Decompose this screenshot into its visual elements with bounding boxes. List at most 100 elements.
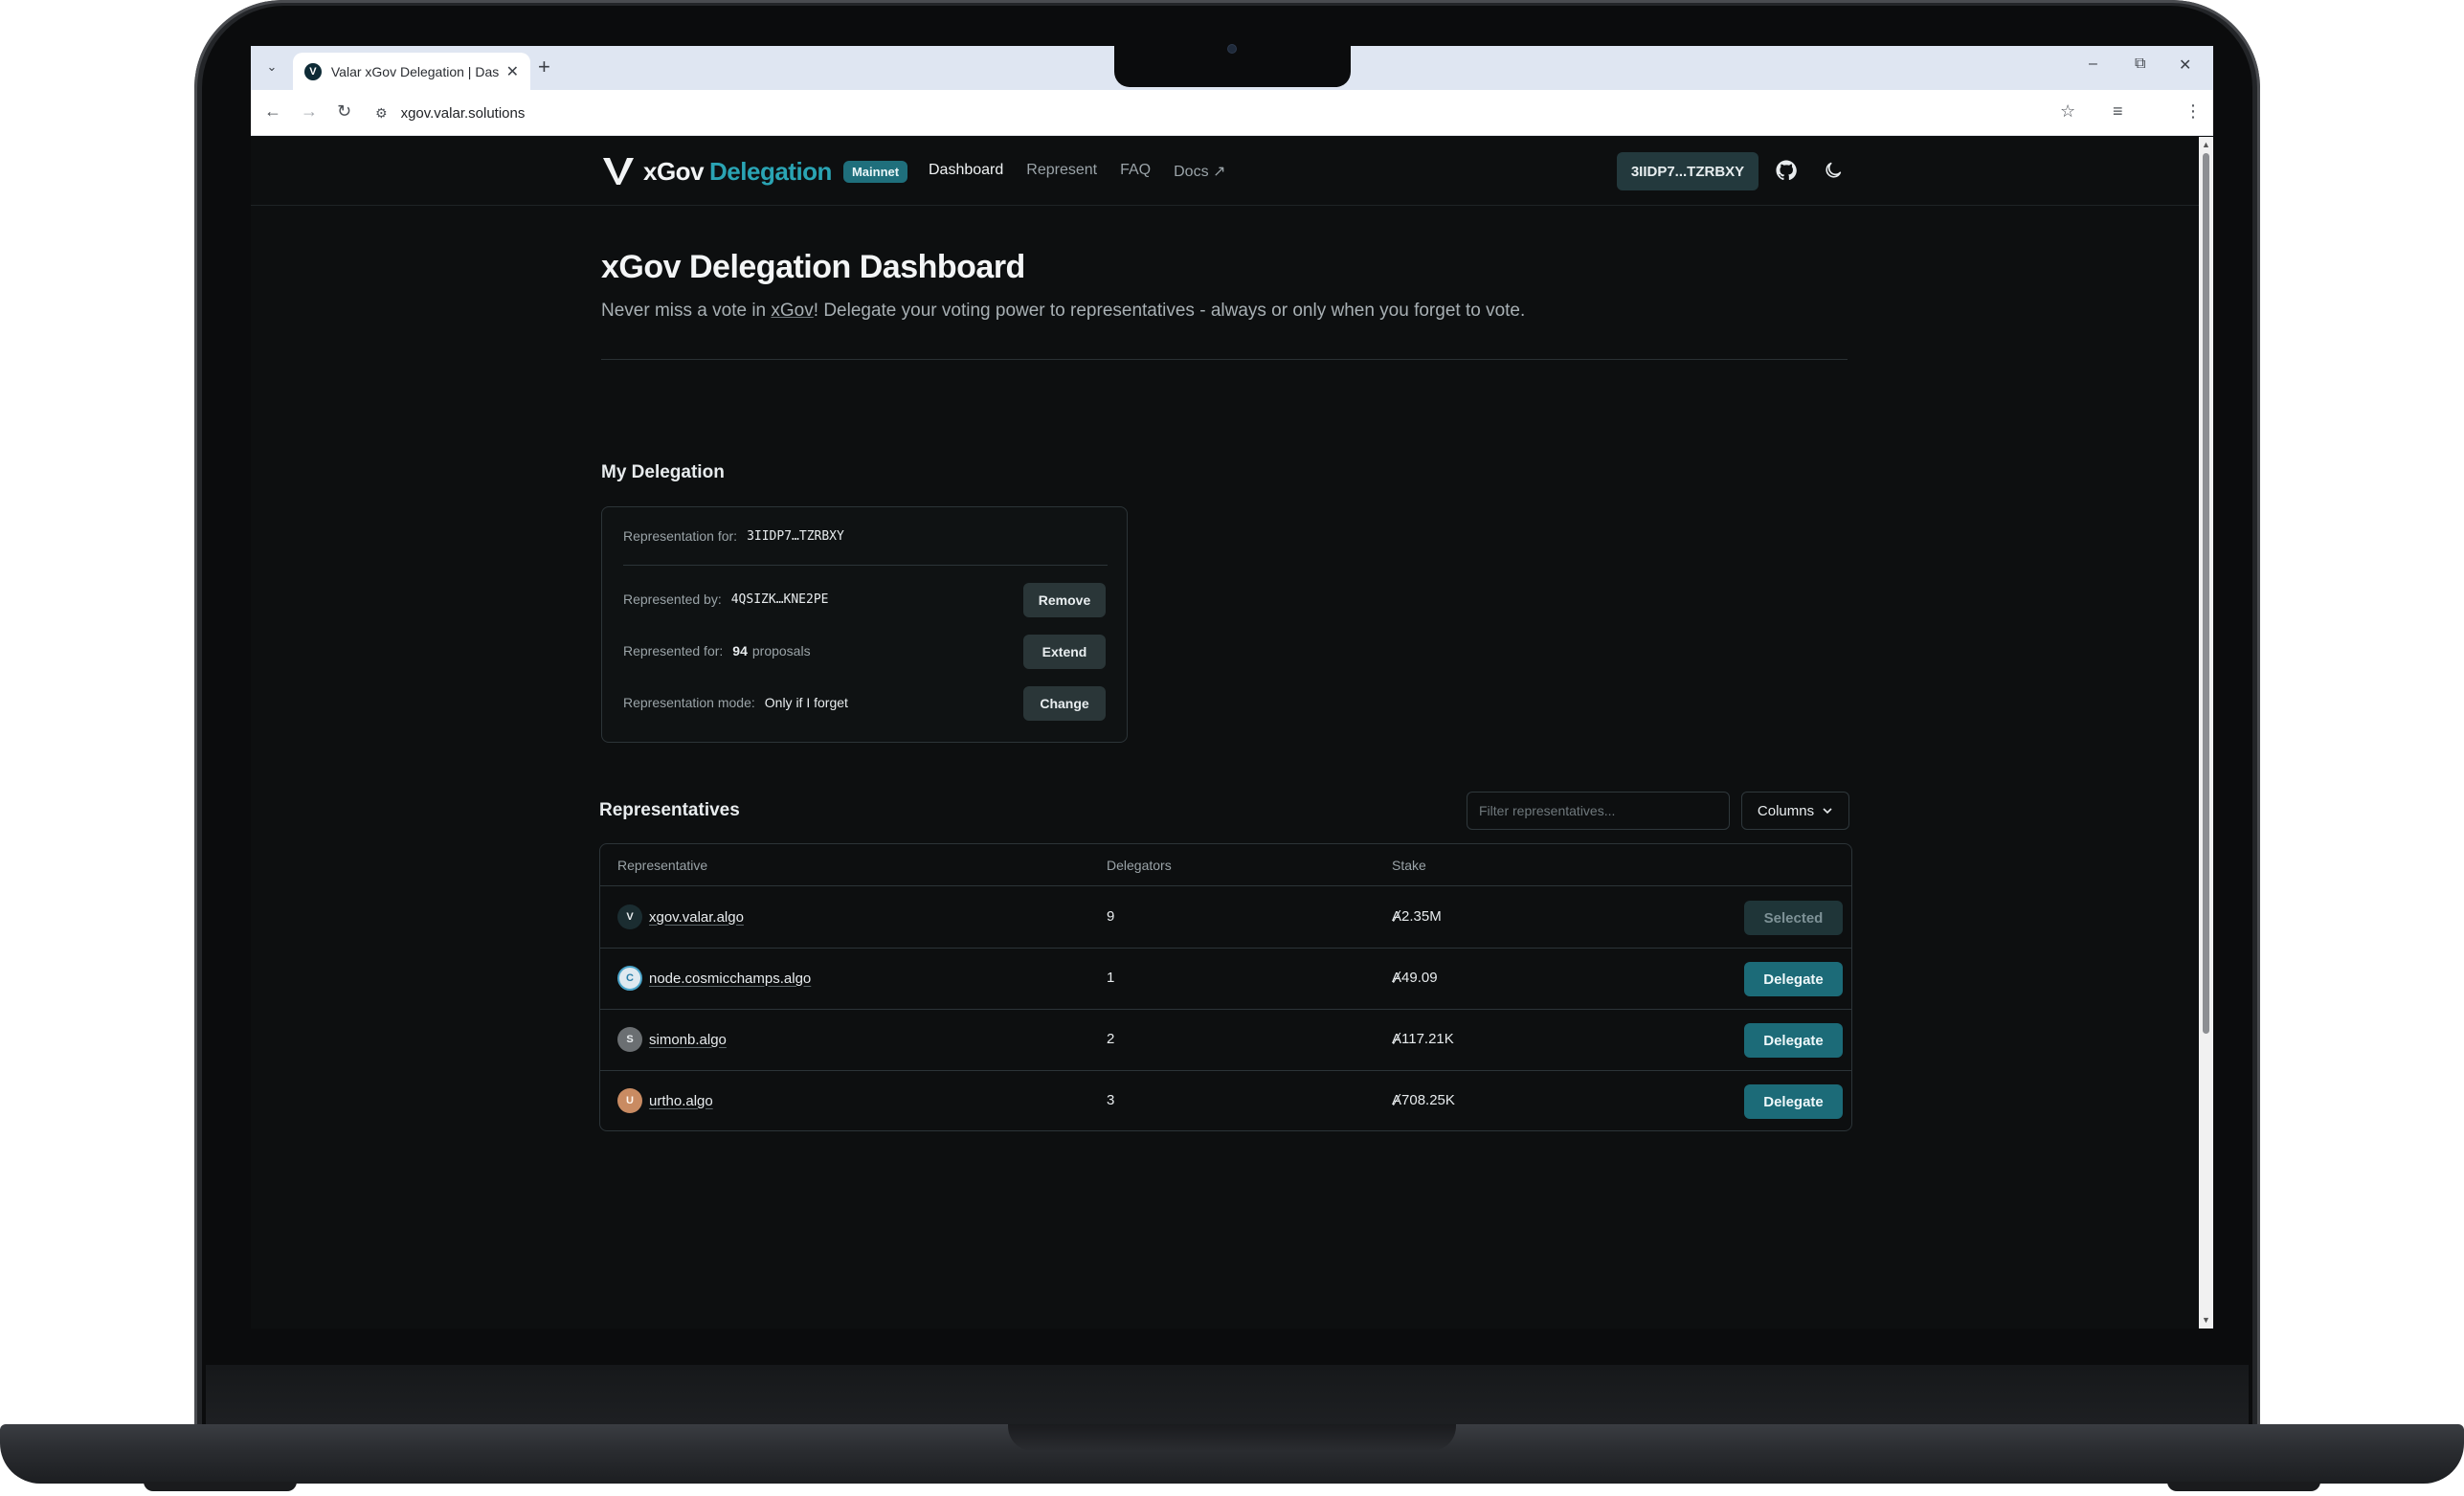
valar-avatar-icon: V bbox=[617, 904, 642, 929]
tab-title: Valar xGov Delegation | Dashbo bbox=[330, 63, 499, 79]
stake-cell: Ⱥ2.35M bbox=[1392, 908, 1442, 925]
valar-logo-icon bbox=[603, 158, 634, 185]
delegate-button[interactable]: Delegate bbox=[1744, 1023, 1843, 1058]
representation-for-row: Representation for: 3IIDP7…TZRBXY bbox=[623, 528, 844, 544]
my-delegation-title: My Delegation bbox=[601, 462, 725, 482]
delegators-cell: 9 bbox=[1107, 908, 1115, 925]
site-settings-icon[interactable]: ⚙ bbox=[375, 105, 388, 122]
laptop-foot-left bbox=[144, 1482, 297, 1491]
forward-arrow-icon[interactable]: → bbox=[301, 101, 318, 122]
scrollbar-thumb[interactable] bbox=[2203, 153, 2209, 1034]
representative-cell: V xgov.valar.algo bbox=[617, 904, 744, 929]
representation-for-label: Representation for: bbox=[623, 528, 738, 544]
representative-link[interactable]: node.cosmicchamps.algo bbox=[649, 971, 811, 987]
stake-cell: Ⱥ49.09 bbox=[1392, 970, 1438, 986]
logo-text-primary: xGov bbox=[643, 156, 705, 186]
site-header: xGov Delegation Mainnet Dashboard Repres… bbox=[251, 137, 2199, 206]
representative-cell: U urtho.algo bbox=[617, 1088, 713, 1113]
subtitle-text-post: ! Delegate your voting power to represen… bbox=[813, 301, 1526, 321]
represented-for-count: 94 bbox=[732, 643, 748, 659]
reload-icon[interactable]: ↻ bbox=[337, 101, 351, 122]
table-row: U urtho.algo 3 Ⱥ708.25K Delegate bbox=[600, 1071, 1851, 1130]
xgov-link[interactable]: xGov bbox=[771, 301, 813, 321]
kebab-menu-icon[interactable]: ⋮ bbox=[2184, 101, 2202, 122]
filter-representatives-input[interactable] bbox=[1467, 792, 1730, 830]
card-divider bbox=[623, 565, 1108, 566]
extend-button[interactable]: Extend bbox=[1023, 635, 1106, 669]
representative-cell: S simonb.algo bbox=[617, 1027, 727, 1052]
represented-for-label: Represented for: bbox=[623, 643, 724, 659]
theme-toggle-moon-icon[interactable] bbox=[1823, 160, 1844, 181]
page-title: xGov Delegation Dashboard bbox=[601, 249, 1025, 285]
delegators-cell: 3 bbox=[1107, 1092, 1115, 1108]
column-header-representative[interactable]: Representative bbox=[617, 858, 707, 873]
browser-tab[interactable]: V Valar xGov Delegation | Dashbo ✕ bbox=[293, 53, 530, 90]
column-header-delegators[interactable]: Delegators bbox=[1107, 858, 1172, 873]
subtitle-text-pre: Never miss a vote in bbox=[601, 301, 772, 321]
valar-favicon-icon: V bbox=[304, 62, 322, 80]
delegate-button[interactable]: Delegate bbox=[1744, 1084, 1843, 1119]
representatives-title: Representatives bbox=[599, 800, 740, 820]
table-row: S simonb.algo 2 Ⱥ117.21K Delegate bbox=[600, 1010, 1851, 1071]
section-divider bbox=[601, 359, 1848, 360]
scroll-down-arrow-icon[interactable]: ▼ bbox=[2202, 1315, 2210, 1325]
stake-cell: Ⱥ708.25K bbox=[1392, 1092, 1455, 1108]
remove-button[interactable]: Remove bbox=[1023, 583, 1106, 617]
simonb-avatar-icon: S bbox=[617, 1027, 642, 1052]
laptop-base-notch bbox=[1008, 1424, 1456, 1451]
delegators-cell: 2 bbox=[1107, 1031, 1115, 1047]
delegate-button[interactable]: Delegate bbox=[1744, 962, 1843, 996]
columns-label: Columns bbox=[1757, 802, 1815, 819]
back-arrow-icon[interactable]: ← bbox=[264, 101, 281, 122]
representative-link[interactable]: simonb.algo bbox=[649, 1032, 727, 1048]
represented-by-row: Represented by: 4QSIZK…KNE2PE bbox=[623, 592, 828, 607]
network-badge: Mainnet bbox=[842, 160, 908, 183]
new-tab-plus-icon[interactable]: + bbox=[538, 55, 550, 79]
cosmicchamps-avatar-icon: C bbox=[617, 966, 642, 991]
represented-for-row: Represented for: 94 proposals bbox=[623, 643, 820, 659]
bookmark-star-icon[interactable]: ☆ bbox=[2060, 101, 2075, 122]
stake-cell: Ⱥ117.21K bbox=[1392, 1031, 1454, 1047]
change-button[interactable]: Change bbox=[1023, 686, 1106, 721]
laptop-foot-right bbox=[2167, 1482, 2320, 1491]
media-control-icon[interactable]: ≡ bbox=[2113, 101, 2123, 122]
representation-mode-label: Representation mode: bbox=[623, 695, 755, 710]
delegators-cell: 1 bbox=[1107, 970, 1115, 986]
browser-toolbar: ← → ↻ ⚙ xgov.valar.solutions ☆ ≡ ⋮ bbox=[251, 90, 2213, 136]
url-text: xgov.valar.solutions bbox=[400, 104, 526, 122]
columns-dropdown-button[interactable]: Columns bbox=[1741, 792, 1849, 830]
scroll-up-arrow-icon[interactable]: ▲ bbox=[2202, 140, 2210, 149]
github-icon[interactable] bbox=[1776, 160, 1797, 181]
nav-docs[interactable]: Docs ↗ bbox=[1174, 162, 1225, 181]
my-delegation-card: Representation for: 3IIDP7…TZRBXY Repres… bbox=[601, 506, 1128, 743]
tab-close-icon[interactable]: ✕ bbox=[506, 62, 519, 81]
chevron-down-icon bbox=[1823, 808, 1832, 815]
column-header-stake[interactable]: Stake bbox=[1392, 858, 1426, 873]
laptop-chin bbox=[206, 1365, 2249, 1430]
nav-faq[interactable]: FAQ bbox=[1120, 162, 1151, 181]
representation-mode-row: Representation mode: Only if I forget bbox=[623, 695, 848, 710]
minimize-icon[interactable]: – bbox=[2089, 56, 2097, 73]
wallet-button[interactable]: 3IIDP7...TZRBXY bbox=[1617, 152, 1758, 190]
representative-link[interactable]: urtho.algo bbox=[649, 1093, 713, 1109]
represented-by-label: Represented by: bbox=[623, 592, 722, 607]
site-logo[interactable]: xGov Delegation Mainnet bbox=[601, 155, 908, 188]
nav-dashboard[interactable]: Dashboard bbox=[929, 162, 1003, 181]
tab-search-chevron-icon[interactable]: ⌄ bbox=[260, 56, 283, 78]
close-window-icon[interactable]: ✕ bbox=[2179, 56, 2191, 75]
restore-icon[interactable]: ⧉ bbox=[2135, 56, 2145, 73]
represented-for-unit: proposals bbox=[751, 643, 811, 659]
representatives-table: Representative Delegators Stake V xgov.v… bbox=[599, 843, 1852, 1131]
camera-icon bbox=[1227, 44, 1237, 54]
nav-represent[interactable]: Represent bbox=[1026, 162, 1097, 181]
main-nav: Dashboard Represent FAQ Docs ↗ bbox=[929, 162, 1225, 181]
table-row: C node.cosmicchamps.algo 1 Ⱥ49.09 Delega… bbox=[600, 949, 1851, 1010]
address-bar[interactable]: ⚙ xgov.valar.solutions bbox=[375, 98, 2194, 128]
representative-link[interactable]: xgov.valar.algo bbox=[649, 909, 744, 926]
table-header: Representative Delegators Stake bbox=[600, 844, 1851, 886]
screen: ⌄ V Valar xGov Delegation | Dashbo ✕ + –… bbox=[251, 46, 2213, 1329]
representation-for-value: 3IIDP7…TZRBXY bbox=[747, 528, 844, 544]
table-row: V xgov.valar.algo 9 Ⱥ2.35M Selected bbox=[600, 887, 1851, 949]
page-subtitle: Never miss a vote in xGov! Delegate your… bbox=[601, 301, 1525, 322]
selected-button[interactable]: Selected bbox=[1744, 901, 1843, 935]
